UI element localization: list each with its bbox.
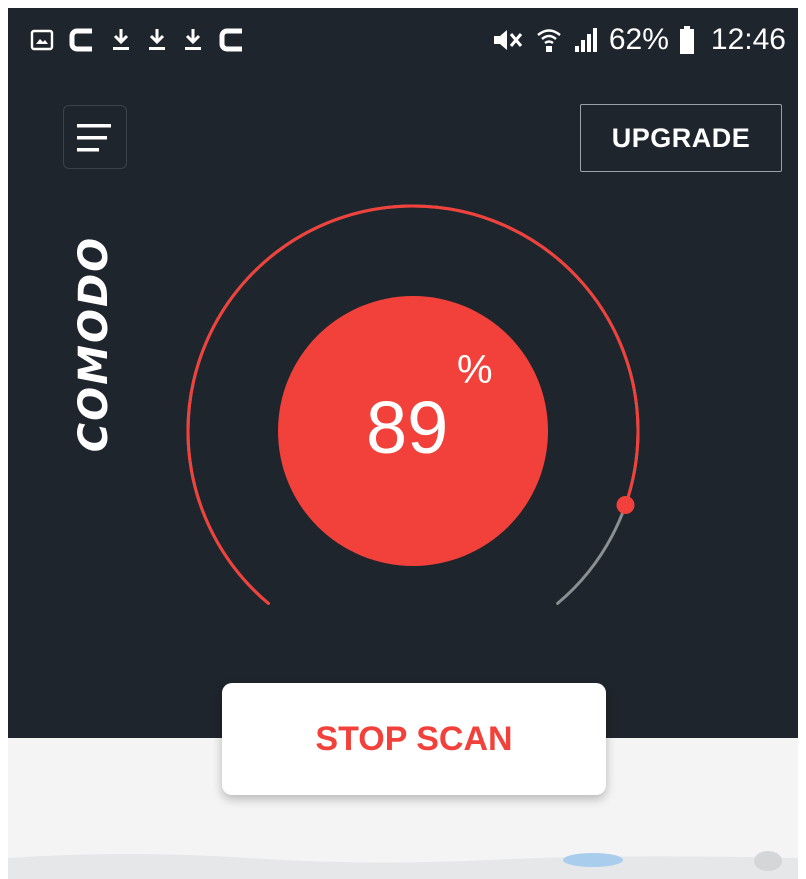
stop-scan-button[interactable]: STOP SCAN <box>222 683 606 795</box>
content-preview <box>8 851 798 879</box>
app-screen: 62% 12:46 UPGRADE COMODO 89 % STOP SCAN <box>8 8 798 879</box>
gauge-progress-marker <box>616 496 635 514</box>
scan-percent-unit: % <box>457 348 493 392</box>
scan-progress-gauge <box>186 204 640 605</box>
scan-percent-value: 89 <box>366 386 449 469</box>
